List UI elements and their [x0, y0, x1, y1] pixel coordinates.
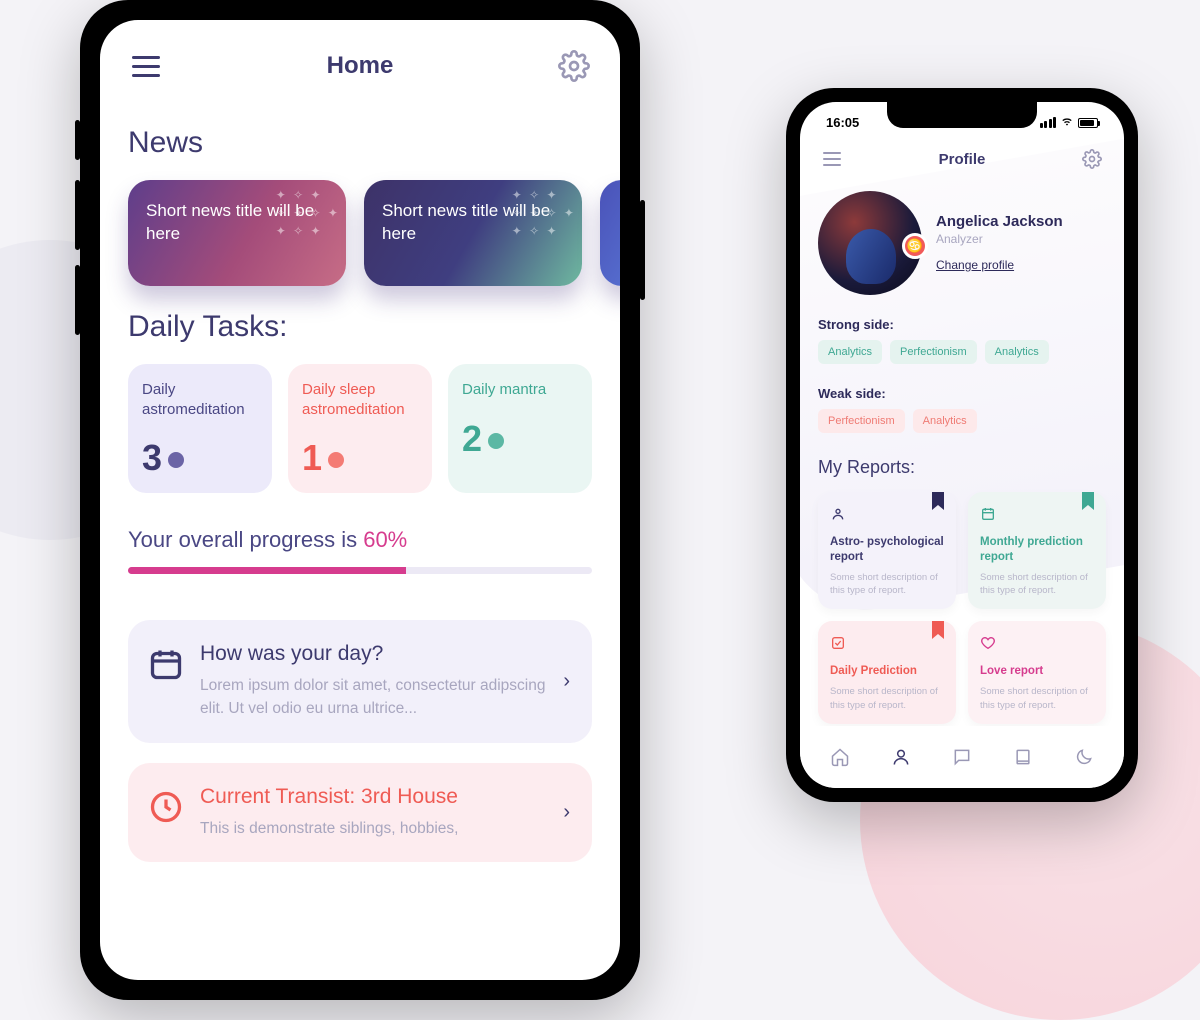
tab-chat[interactable]: [948, 743, 976, 771]
chip[interactable]: Perfectionism: [890, 340, 977, 364]
chip[interactable]: Perfectionism: [818, 409, 905, 433]
report-title: Astro- psychological report: [830, 535, 944, 565]
reports-heading: My Reports:: [818, 457, 1106, 478]
person-icon: [830, 506, 944, 527]
progress-bar: [128, 567, 592, 574]
report-title: Daily Prediction: [830, 664, 944, 679]
bookmark-icon: [1082, 492, 1094, 515]
report-desc: Some short description of this type of r…: [980, 571, 1094, 598]
report-title: Love report: [980, 664, 1094, 679]
battery-icon: [1078, 118, 1098, 128]
weak-chips: Perfectionism Analytics: [818, 409, 1106, 433]
stars-decor: ✦ ✧ ✦✧ ✦ ✧ ✦✦ ✧ ✦: [276, 186, 340, 240]
day-mood-card[interactable]: How was your day? Lorem ipsum dolor sit …: [128, 620, 592, 743]
gear-icon[interactable]: [1080, 147, 1104, 171]
signal-icon: [1040, 117, 1057, 128]
task-title: Daily mantra: [462, 380, 578, 400]
calendar-icon: [980, 506, 1094, 527]
zodiac-badge-icon: ♋: [902, 233, 928, 259]
task-count: 1: [302, 437, 322, 479]
report-card[interactable]: Daily Prediction Some short description …: [818, 621, 956, 724]
chip[interactable]: Analytics: [985, 340, 1049, 364]
task-count: 3: [142, 437, 162, 479]
status-time: 16:05: [826, 115, 859, 130]
profile-header: Profile: [818, 133, 1106, 185]
chip[interactable]: Analytics: [913, 409, 977, 433]
progress-pct: 60%: [363, 527, 407, 552]
page-title: Profile: [939, 151, 986, 168]
report-desc: Some short description of this type of r…: [980, 685, 1094, 712]
news-card[interactable]: Short news title will be here ✦ ✧ ✦✧ ✦ ✧…: [364, 180, 582, 286]
stars-decor: ✦ ✧ ✦✧ ✦ ✧ ✦✦ ✧ ✦: [512, 186, 576, 240]
task-title: Daily astromeditation: [142, 380, 258, 419]
tab-night[interactable]: [1070, 743, 1098, 771]
bookmark-icon: [932, 621, 944, 644]
task-dot-icon: [488, 433, 504, 449]
menu-icon[interactable]: [128, 48, 164, 84]
bookmark-icon: [932, 492, 944, 515]
chip[interactable]: Analytics: [818, 340, 882, 364]
transit-card[interactable]: Current Transist: 3rd House This is demo…: [128, 763, 592, 862]
card-title: How was your day?: [200, 642, 547, 666]
chevron-right-icon: ›: [563, 801, 570, 824]
tasks-heading: Daily Tasks:: [128, 310, 592, 344]
report-card[interactable]: Love report Some short description of th…: [968, 621, 1106, 724]
phone-frame-profile: 16:05 Profile ♋: [786, 88, 1138, 802]
card-desc: This is demonstrate siblings, hobbies,: [200, 817, 547, 840]
home-header: Home: [128, 20, 592, 102]
news-heading: News: [128, 126, 592, 160]
tab-library[interactable]: [1009, 743, 1037, 771]
heart-icon: [980, 635, 1094, 656]
report-title: Monthly prediction report: [980, 535, 1094, 565]
weak-side-label: Weak side:: [818, 386, 1106, 401]
phone-frame-home: Home News Short news title will be here …: [80, 0, 640, 1000]
phone-notch: [887, 102, 1037, 128]
change-profile-link[interactable]: Change profile: [936, 258, 1014, 272]
strong-chips: Analytics Perfectionism Analytics: [818, 340, 1106, 364]
tab-profile[interactable]: [887, 743, 915, 771]
tab-home[interactable]: [826, 743, 854, 771]
gear-icon[interactable]: [556, 48, 592, 84]
task-card[interactable]: Daily sleep astromeditation 1: [288, 364, 432, 493]
profile-summary: ♋ Angelica Jackson Analyzer Change profi…: [818, 191, 1106, 295]
menu-icon[interactable]: [820, 147, 844, 171]
news-card[interactable]: [600, 180, 620, 286]
task-card[interactable]: Daily mantra 2: [448, 364, 592, 493]
task-dot-icon: [328, 452, 344, 468]
page-title: Home: [327, 52, 394, 80]
news-card[interactable]: Short news title will be here ✦ ✧ ✦✧ ✦ ✧…: [128, 180, 346, 286]
calendar-icon: [148, 646, 184, 682]
tasks-row: Daily astromeditation 3 Daily sleep astr…: [128, 364, 592, 493]
task-count: 2: [462, 418, 482, 460]
report-card[interactable]: Astro- psychological report Some short d…: [818, 492, 956, 609]
card-desc: Lorem ipsum dolor sit amet, consectetur …: [200, 674, 547, 721]
report-desc: Some short description of this type of r…: [830, 571, 944, 598]
clock-icon: [148, 789, 184, 825]
checkbox-icon: [830, 635, 944, 656]
strong-side-label: Strong side:: [818, 317, 1106, 332]
profile-role: Analyzer: [936, 232, 1063, 246]
task-title: Daily sleep astromeditation: [302, 380, 418, 419]
task-dot-icon: [168, 452, 184, 468]
report-card[interactable]: Monthly prediction report Some short des…: [968, 492, 1106, 609]
profile-name: Angelica Jackson: [936, 213, 1063, 230]
tab-bar: [800, 726, 1124, 788]
wifi-icon: [1060, 114, 1074, 131]
progress-fill: [128, 567, 406, 574]
task-card[interactable]: Daily astromeditation 3: [128, 364, 272, 493]
news-carousel[interactable]: Short news title will be here ✦ ✧ ✦✧ ✦ ✧…: [128, 180, 592, 286]
card-title: Current Transist: 3rd House: [200, 785, 547, 809]
reports-grid: Astro- psychological report Some short d…: [818, 492, 1106, 724]
progress-label: Your overall progress is 60%: [128, 527, 592, 553]
chevron-right-icon: ›: [563, 670, 570, 693]
report-desc: Some short description of this type of r…: [830, 685, 944, 712]
